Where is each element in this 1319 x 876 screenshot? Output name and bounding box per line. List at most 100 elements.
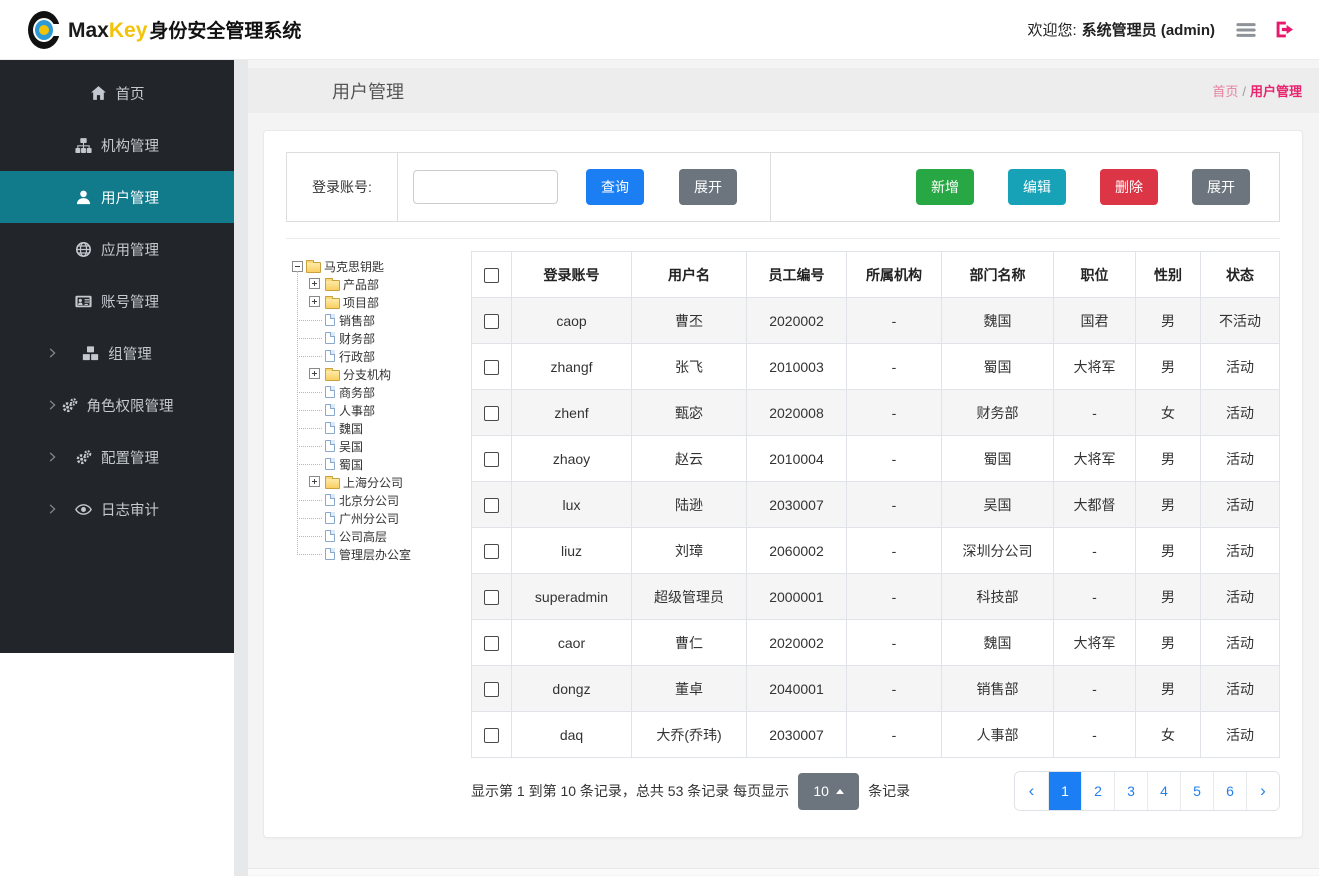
table-cell: 甄宓 [631,389,747,436]
menu-bars-icon[interactable] [1235,19,1257,41]
row-checkbox[interactable] [484,451,499,467]
plus-toggle-icon[interactable] [309,476,320,487]
table-cell: - [1053,389,1136,436]
sidebar-item-app[interactable]: 应用管理 [0,223,234,275]
tree-node-label: 行政部 [339,349,376,364]
sidebar-item-role[interactable]: 角色权限管理 [0,379,234,431]
action-buttons: 新增 编辑 删除 展开 [770,153,1279,221]
table-cell: 活动 [1200,343,1280,390]
minus-toggle-icon[interactable] [292,260,303,272]
table-cell: 大乔(乔玮) [631,711,747,758]
table-cell: 赵云 [631,435,747,482]
delete-button[interactable]: 删除 [1100,169,1158,205]
select-all-checkbox[interactable] [484,267,499,283]
sidebar-item-audit[interactable]: 日志审计 [0,483,234,535]
expand-filter-button[interactable]: 展开 [679,169,737,205]
eye-icon [75,501,92,518]
tree-node[interactable]: 产品部 [309,275,471,293]
sidebar-menu: 首页 机构管理 用户管理应用管理账号管理组管理角色权限管理配置管理 日志审计 [0,60,234,653]
tree-node-label: 人事部 [339,403,376,418]
row-checkbox[interactable] [484,681,499,697]
page-button[interactable]: 2 [1081,772,1114,810]
file-icon [325,440,335,452]
row-checkbox[interactable] [484,497,499,513]
expand-button[interactable]: 展开 [1192,169,1250,205]
tree-connector [297,491,322,509]
add-button[interactable]: 新增 [916,169,974,205]
edit-button[interactable]: 编辑 [1008,169,1066,205]
tree-node[interactable]: 公司高层 [297,527,471,545]
tree-node[interactable]: 广州分公司 [297,509,471,527]
login-account-input[interactable] [413,170,558,204]
plus-toggle-icon[interactable] [309,368,320,379]
sidebar-item-org[interactable]: 机构管理 [0,119,234,171]
tree-node-label: 项目部 [343,295,380,310]
page-button[interactable]: 5 [1180,772,1213,810]
sidebar-item-home[interactable]: 首页 [0,67,234,119]
tree-node[interactable]: 魏国 [297,419,471,437]
breadcrumb-home-link[interactable]: 首页 [1212,84,1238,99]
tree-node[interactable]: 蜀国 [297,455,471,473]
plus-toggle-icon[interactable] [309,296,320,307]
tree-connector [297,311,322,329]
table-cell: 2020002 [746,619,847,666]
file-icon [325,530,335,542]
tree-node[interactable]: 项目部 [309,293,471,311]
logout-icon[interactable] [1274,19,1295,40]
row-checkbox[interactable] [484,405,499,421]
tree-node[interactable]: 吴国 [297,437,471,455]
file-icon [325,332,335,344]
sidebar-item-label: 组管理 [108,346,152,363]
current-username: 系统管理员 (admin) [1081,22,1215,39]
table-cell: 2020008 [746,389,847,436]
sidebar-item-account[interactable]: 账号管理 [0,275,234,327]
sidebar-item-label: 角色权限管理 [86,398,174,415]
folder-icon [325,367,340,381]
column-header: 职位 [1053,251,1136,298]
search-button[interactable]: 查询 [586,169,644,205]
tree-node[interactable]: 管理层办公室 [297,545,471,563]
tree-node[interactable]: 北京分公司 [297,491,471,509]
login-account-label: 登录账号: [287,153,398,221]
page-button[interactable]: 3 [1114,772,1147,810]
table-cell: 男 [1135,435,1201,482]
tree-node[interactable]: 行政部 [297,347,471,365]
tree-node[interactable]: 上海分公司 [309,473,471,491]
next-page-button[interactable]: › [1246,772,1279,810]
row-checkbox[interactable] [484,543,499,559]
page-button[interactable]: 1 [1048,772,1081,810]
row-checkbox[interactable] [484,635,499,651]
prev-page-button[interactable]: ‹ [1015,772,1048,810]
tree-connector [297,347,322,365]
table-cell: zhenf [511,389,632,436]
tree-node[interactable]: 马克思钥匙 [292,257,471,275]
sidebar-item-label: 应用管理 [101,242,159,259]
page-size-select[interactable]: 10 [798,772,860,810]
tree-node-label: 北京分公司 [339,493,400,508]
row-checkbox[interactable] [484,313,499,329]
table-cell: 活动 [1200,435,1280,482]
tree-node-label: 财务部 [339,331,376,346]
table-cell: 曹丕 [631,297,747,344]
row-checkbox[interactable] [484,359,499,375]
column-header: 登录账号 [511,251,632,298]
plus-toggle-icon[interactable] [309,278,320,289]
sidebar-item-group[interactable]: 组管理 [0,327,234,379]
tree-node[interactable]: 人事部 [297,401,471,419]
page-button[interactable]: 4 [1147,772,1180,810]
row-checkbox[interactable] [484,589,499,605]
tree-node-label: 蜀国 [339,457,364,472]
tree-node[interactable]: 商务部 [297,383,471,401]
row-select-cell [471,619,512,666]
row-select-cell [471,389,512,436]
sidebar-item-user[interactable]: 用户管理 [0,171,234,223]
table-cell: 蜀国 [941,435,1054,482]
row-checkbox[interactable] [484,727,499,743]
table-cell: - [846,711,942,758]
tree-node[interactable]: 分支机构 [309,365,471,383]
sidebar-item-config[interactable]: 配置管理 [0,431,234,483]
table-cell: 2030007 [746,481,847,528]
tree-node[interactable]: 财务部 [297,329,471,347]
tree-node[interactable]: 销售部 [297,311,471,329]
page-button[interactable]: 6 [1213,772,1246,810]
